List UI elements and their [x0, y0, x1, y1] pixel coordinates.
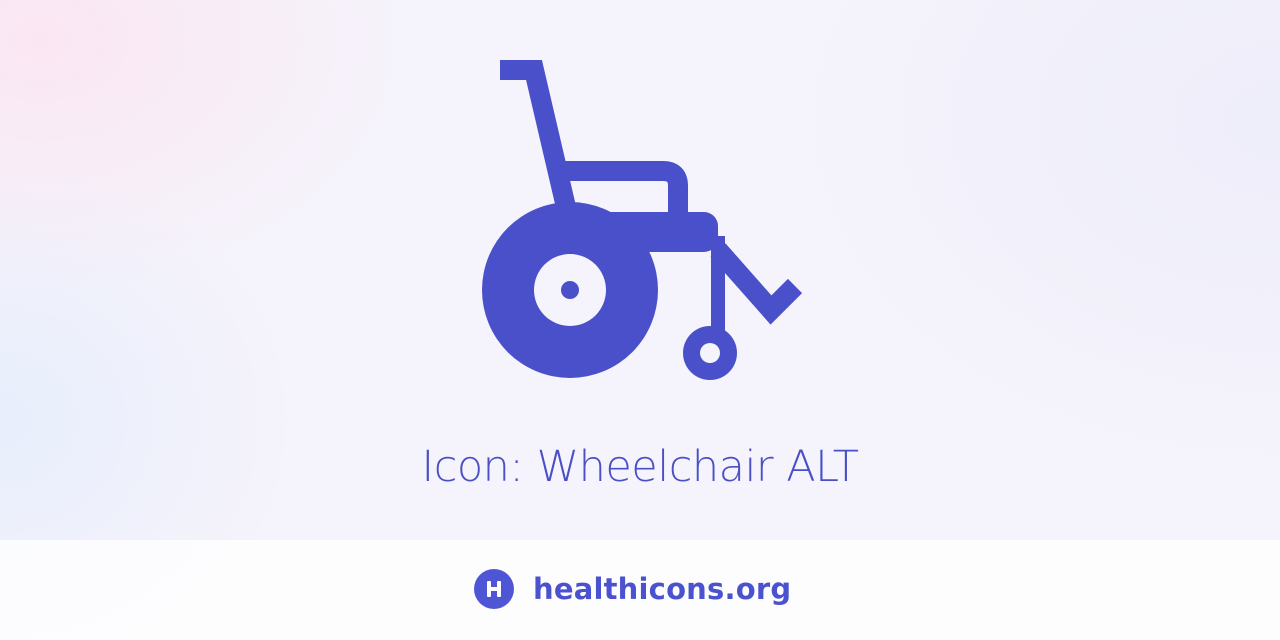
- wheelchair-alt-icon: [470, 50, 810, 390]
- site-link[interactable]: healthicons.org: [474, 568, 791, 610]
- site-name: healthicons.org: [533, 572, 792, 606]
- healthicons-logo-icon: [474, 569, 514, 609]
- page-title: Icon: Wheelchair ALT: [421, 442, 859, 492]
